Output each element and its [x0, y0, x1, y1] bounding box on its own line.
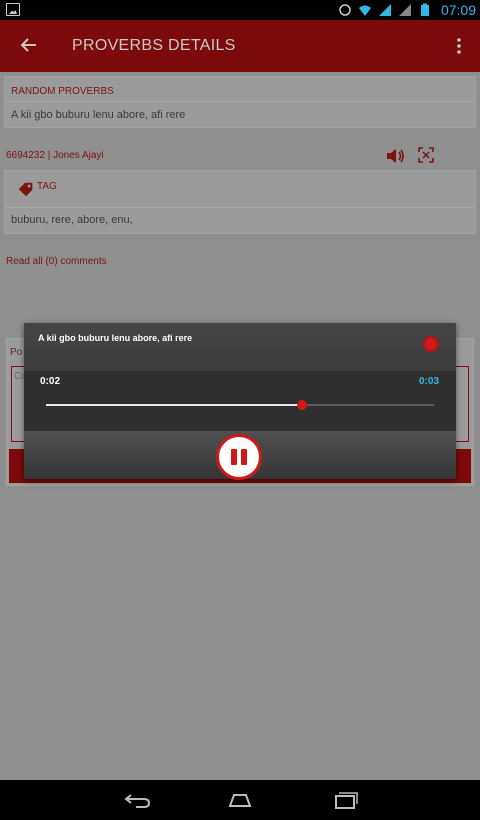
- comment-form-label: Po: [10, 347, 23, 358]
- tag-list: buburu, rere, abore, enu,: [11, 214, 133, 226]
- status-bar: 07:09: [0, 0, 480, 20]
- random-proverb-card: RANDOM PROVERBS A kii gbo buburu lenu ab…: [4, 76, 476, 128]
- navigation-bar: [0, 780, 480, 820]
- status-icons: [338, 2, 432, 18]
- wifi-icon: [359, 5, 371, 16]
- pause-button[interactable]: [216, 434, 262, 480]
- tag-icon: [18, 182, 33, 197]
- total-time: 0:03: [418, 376, 439, 387]
- current-time: 0:02: [40, 376, 61, 387]
- back-arrow-icon[interactable]: [18, 34, 40, 56]
- player-controls: [24, 431, 456, 480]
- nav-home-icon[interactable]: [224, 790, 256, 810]
- seek-progress: [46, 404, 303, 406]
- signal-2-icon: [399, 4, 411, 16]
- read-all-comments-link[interactable]: Read all (0) comments: [6, 256, 107, 267]
- status-time: 07:09: [440, 2, 476, 18]
- record-icon[interactable]: [423, 336, 439, 352]
- player-header: A kii gbo buburu lenu abore, afi rere: [24, 323, 456, 371]
- proverb-text: A kii gbo buburu lenu abore, afi rere: [11, 109, 186, 121]
- player-title: A kii gbo buburu lenu abore, afi rere: [38, 333, 193, 343]
- page-title: PROVERBS DETAILS: [72, 37, 236, 54]
- nav-back-icon[interactable]: [122, 790, 154, 810]
- tag-card: TAG buburu, rere, abore, enu,: [4, 170, 476, 234]
- nav-recents-icon[interactable]: [328, 790, 360, 810]
- battery-icon: [421, 3, 429, 16]
- seek-thumb[interactable]: [297, 400, 308, 410]
- app-bar: PROVERBS DETAILS: [0, 20, 480, 72]
- player-body: 0:02 0:03: [24, 371, 456, 431]
- speaker-icon[interactable]: [386, 147, 406, 165]
- gallery-notification-icon: [6, 3, 20, 16]
- tag-label: TAG: [37, 181, 57, 192]
- random-proverbs-label: RANDOM PROVERBS: [11, 86, 114, 97]
- proverb-meta[interactable]: 6694232 | Jones Ajayi: [6, 150, 104, 161]
- sync-icon: [339, 4, 351, 16]
- signal-icon: [379, 4, 391, 16]
- scan-icon[interactable]: [418, 147, 434, 163]
- seek-bar[interactable]: [46, 400, 434, 410]
- overflow-menu-icon[interactable]: [456, 37, 462, 55]
- audio-player-dialog: A kii gbo buburu lenu abore, afi rere 0:…: [24, 323, 456, 480]
